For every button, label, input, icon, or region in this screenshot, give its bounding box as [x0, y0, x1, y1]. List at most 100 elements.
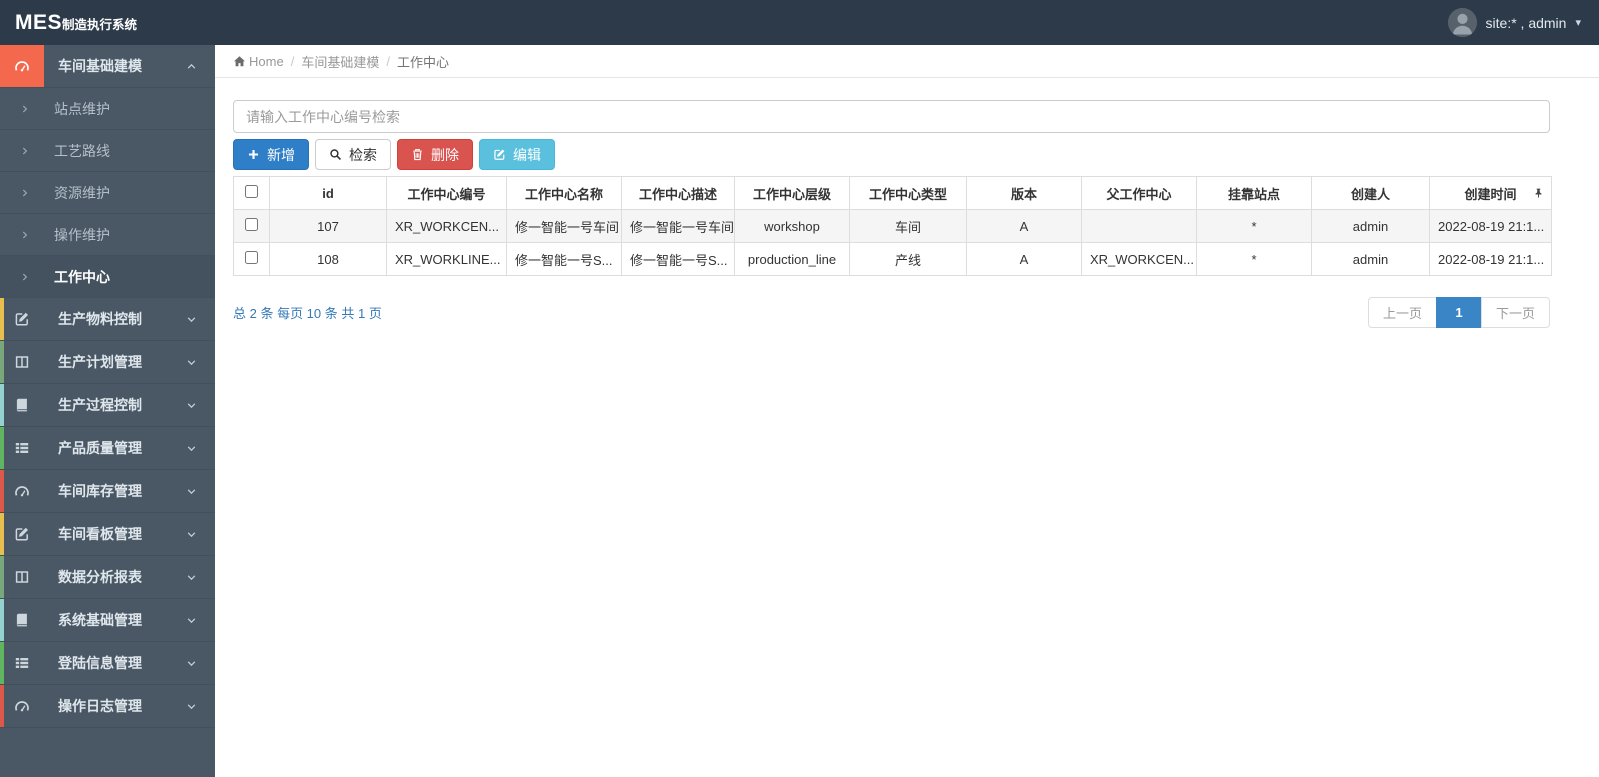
chevron-down-icon — [186, 486, 197, 497]
button-label: 检索 — [349, 146, 377, 163]
sidebar-item-label: 数据分析报表 — [58, 569, 142, 585]
sidebar-subitem-label: 工作中心 — [54, 268, 110, 285]
sidebar-item[interactable]: 车间库存管理 — [0, 470, 215, 513]
search-button[interactable]: 检索 — [315, 139, 391, 170]
next-page-button[interactable]: 下一页 — [1480, 297, 1550, 328]
page-1-button[interactable]: 1 — [1435, 297, 1482, 328]
breadcrumb-separator: / — [290, 53, 295, 69]
chevron-down-icon — [186, 400, 197, 411]
table-cell: * — [1196, 242, 1312, 276]
chevron-down-icon — [186, 615, 197, 626]
search-input[interactable] — [233, 100, 1550, 133]
column-header: 创建人 — [1311, 176, 1430, 210]
sidebar-item-label: 生产物料控制 — [58, 311, 142, 327]
sidebar-item[interactable]: 生产过程控制 — [0, 384, 215, 427]
sidebar-item[interactable]: 生产物料控制 — [0, 298, 215, 341]
column-header-label: 挂靠站点 — [1227, 186, 1280, 202]
accent-strip — [0, 642, 4, 684]
sidebar-subitem-label: 站点维护 — [54, 100, 110, 117]
chevron-down-icon — [186, 658, 197, 669]
pin-icon[interactable] — [1533, 188, 1544, 199]
user-label: site:* , admin — [1485, 14, 1567, 31]
add-button[interactable]: 新增 — [233, 139, 309, 170]
edit-icon — [14, 526, 30, 542]
prev-page-button[interactable]: 上一页 — [1367, 297, 1437, 328]
chevron-down-icon — [186, 357, 197, 368]
chevron-right-icon — [20, 230, 30, 240]
sidebar-item[interactable]: 登陆信息管理 — [0, 642, 215, 685]
table-row[interactable]: 108 XR_WORKLINE... 修一智能一号S... 修一智能一号S... pro… — [233, 242, 1552, 276]
chevron-down-icon — [186, 572, 197, 583]
accent-strip — [0, 470, 4, 512]
row-checkbox[interactable] — [245, 251, 258, 264]
table-cell: XR_WORKCEN... — [1081, 242, 1197, 276]
breadcrumb-item-current: 工作中心 — [396, 54, 449, 70]
sidebar-item[interactable]: 系统基础管理 — [0, 599, 215, 642]
column-header: 挂靠站点 — [1196, 176, 1312, 210]
select-all-header — [233, 176, 270, 210]
table-cell: A — [966, 209, 1082, 243]
app-logo: MES 制造执行系统 — [0, 11, 137, 35]
column-header: 工作中心描述 — [621, 176, 735, 210]
table-footer: 总 2 条 每页 10 条 共 1 页 上一页 1 下一页 — [233, 297, 1550, 328]
sidebar-subitem[interactable]: 操作维护 — [0, 214, 215, 256]
breadcrumb-separator: / — [386, 53, 390, 69]
sidebar-item[interactable]: 操作日志管理 — [0, 685, 215, 728]
chevron-up-icon — [186, 61, 197, 72]
breadcrumb-home[interactable]: Home — [249, 54, 284, 69]
sidebar-item[interactable]: 生产计划管理 — [0, 341, 215, 384]
avatar — [1447, 8, 1477, 37]
breadcrumb: Home / 车间基础建模 / 工作中心 — [215, 45, 1599, 78]
chevron-right-icon — [20, 188, 30, 198]
breadcrumb-item-module[interactable]: 车间基础建模 — [301, 52, 379, 71]
search-icon — [329, 148, 342, 161]
column-header-label: 工作中心描述 — [638, 186, 717, 202]
trash-icon — [411, 148, 424, 161]
sidebar-subitem[interactable]: 工艺路线 — [0, 130, 215, 172]
chevron-down-icon — [186, 701, 197, 712]
sidebar-item-active-parent[interactable]: 车间基础建模 — [0, 45, 215, 88]
sidebar: 车间基础建模站点维护工艺路线资源维护操作维护工作中心生产物料控制生产计划管理 生产… — [0, 45, 215, 777]
chevron-down-icon — [186, 314, 197, 325]
column-header: id — [269, 176, 387, 210]
column-header: 工作中心编号 — [386, 176, 507, 210]
top-navbar: MES 制造执行系统 site:* , admin ▾ — [0, 0, 1599, 45]
table-cell: admin — [1311, 242, 1430, 276]
sidebar-item[interactable]: 数据分析报表 — [0, 556, 215, 599]
sidebar-item-label: 系统基础管理 — [58, 612, 142, 628]
edit-button[interactable]: 编辑 — [479, 139, 555, 170]
sidebar-item-label: 产品质量管理 — [58, 440, 142, 456]
main-area: Home / 车间基础建模 / 工作中心 新增 检索 删除 编辑 id 工作中心编号 工作… — [215, 45, 1599, 777]
row-select-cell — [233, 209, 270, 243]
sidebar-menu: 车间基础建模站点维护工艺路线资源维护操作维护工作中心生产物料控制生产计划管理 生产… — [0, 45, 215, 728]
table-cell: production_line — [734, 242, 850, 276]
sidebar-subitem-active[interactable]: 工作中心 — [0, 256, 215, 298]
book-icon — [14, 397, 30, 413]
dashboard-icon — [14, 483, 30, 499]
accent-strip — [0, 341, 4, 383]
row-select-cell — [233, 242, 270, 276]
table-row[interactable]: 107 XR_WORKCEN... 修一智能一号车间 修一智能一号车间 workshop… — [233, 209, 1552, 243]
chevron-down-icon — [186, 529, 197, 540]
sidebar-subitem[interactable]: 站点维护 — [0, 88, 215, 130]
button-label: 删除 — [431, 146, 459, 163]
content: 新增 检索 删除 编辑 id 工作中心编号 工作中心名称 工作中心描述 工作中心层级 工作中心类… — [215, 78, 1568, 328]
sidebar-subitem-label: 资源维护 — [54, 184, 110, 201]
plus-icon — [247, 148, 260, 161]
sidebar-item[interactable]: 车间看板管理 — [0, 513, 215, 556]
select-all-checkbox[interactable] — [245, 185, 258, 198]
accent-strip — [0, 556, 4, 598]
column-header: 版本 — [966, 176, 1082, 210]
columns-icon — [14, 354, 30, 370]
user-menu[interactable]: site:* , admin ▾ — [1447, 8, 1599, 37]
list-icon — [14, 440, 30, 456]
table-cell: workshop — [734, 209, 850, 243]
sidebar-subitem[interactable]: 资源维护 — [0, 172, 215, 214]
table-cell: 修一智能一号S... — [621, 242, 735, 276]
row-checkbox[interactable] — [245, 218, 258, 231]
delete-button[interactable]: 删除 — [397, 139, 473, 170]
column-header-label: 版本 — [1010, 186, 1037, 202]
sidebar-item[interactable]: 产品质量管理 — [0, 427, 215, 470]
accent-strip — [0, 685, 4, 727]
column-header: 创建时间 — [1429, 176, 1552, 210]
